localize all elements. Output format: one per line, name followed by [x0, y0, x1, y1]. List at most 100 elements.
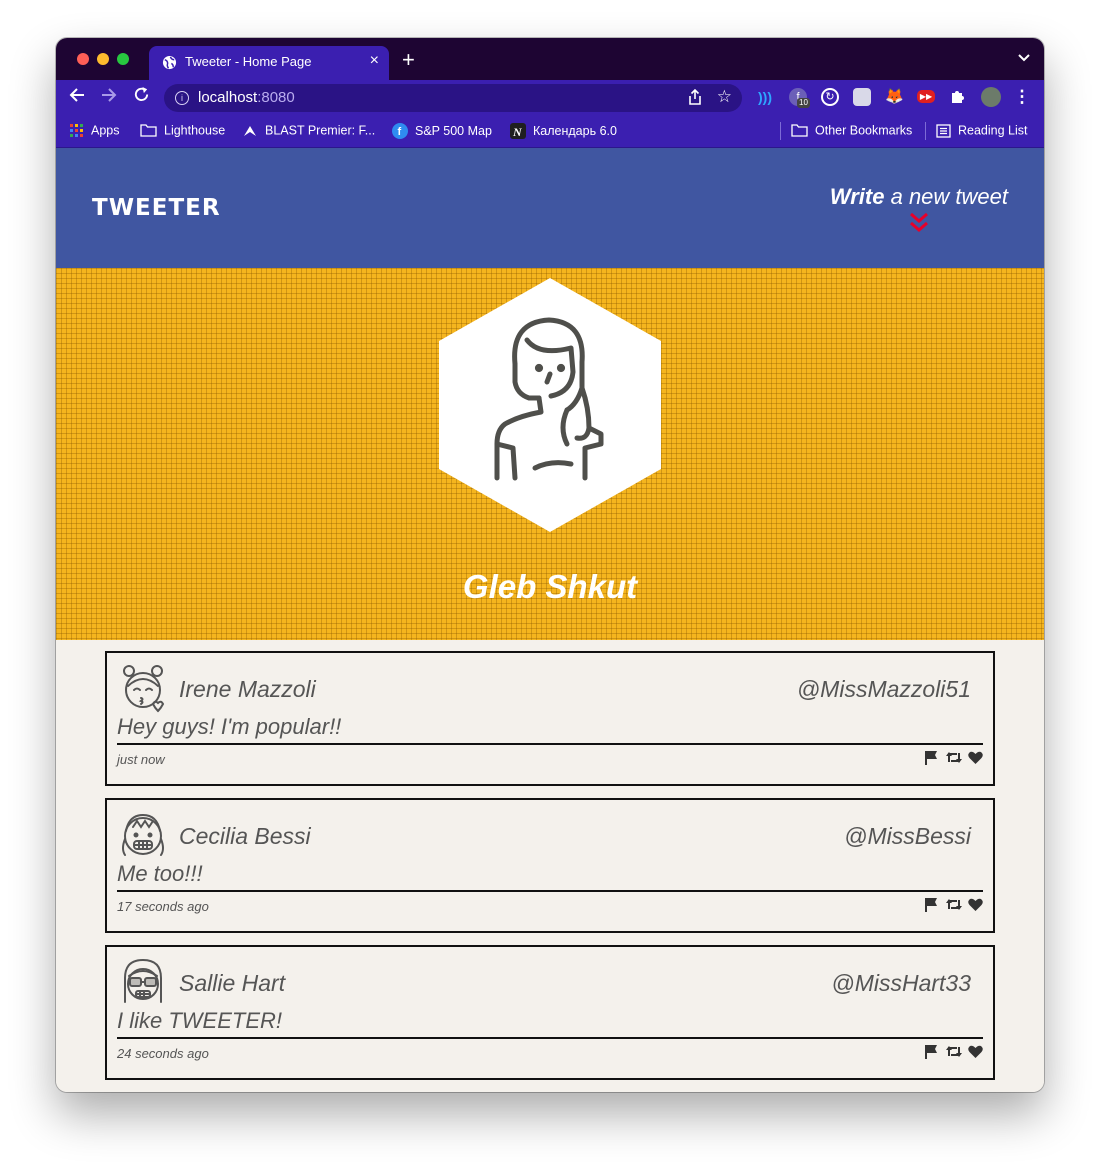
profile-extension-icon[interactable]: f 10 [789, 88, 810, 108]
avatar[interactable] [981, 87, 1001, 107]
bookmark-other-bookmarks[interactable]: Other Bookmarks [791, 123, 912, 138]
tweet-author-handle[interactable]: @MissMazzoli51 [797, 676, 971, 703]
bookmark-star-icon[interactable]: ☆ [717, 87, 732, 107]
address-url[interactable]: localhost:8080 [198, 89, 295, 106]
tweet-timestamp: 24 seconds ago [117, 1046, 209, 1061]
profile-name: Gleb Shkut [462, 568, 638, 605]
browser-window: Tweeter - Home Page × + i localhost:8080… [56, 38, 1044, 1092]
site-nav: TWEETER Write a new tweet [56, 148, 1044, 268]
bookmark-label: Календарь 6.0 [533, 124, 617, 138]
tab-search-chevron-icon[interactable] [1018, 50, 1030, 65]
compose-label: a new tweet [884, 184, 1008, 209]
finviz-icon: f [392, 123, 408, 139]
url-host: localhost [198, 89, 258, 106]
apps-grid-icon [70, 123, 83, 137]
site-info-icon[interactable]: i [175, 91, 189, 105]
heart-icon[interactable] [968, 751, 983, 770]
profile-header: Gleb Shkut [56, 268, 1044, 640]
browser-tab-active[interactable]: Tweeter - Home Page × [149, 46, 389, 80]
tweet-text: I like TWEETER! [117, 1008, 983, 1039]
notion-icon: N [510, 123, 526, 139]
refresh-extension-icon[interactable]: ↻ [821, 88, 839, 106]
tweet-actions [922, 897, 983, 913]
new-tab-icon[interactable]: + [402, 47, 415, 73]
bookmark-apps[interactable]: Apps [70, 123, 120, 138]
tweet-text: Hey guys! I'm popular!! [117, 714, 983, 745]
tweet-avatar [124, 958, 162, 1003]
bookmark-label: Other Bookmarks [815, 123, 913, 138]
girl-kiss-icon [123, 665, 165, 713]
tab-close-icon[interactable]: × [370, 52, 379, 70]
heart-icon[interactable] [968, 1045, 983, 1064]
reading-list-icon [936, 124, 951, 138]
flag-icon[interactable] [924, 897, 939, 917]
bookmark-blast[interactable]: BLAST Premier: F... [242, 123, 375, 138]
video-extension-icon[interactable]: ▶▶ [917, 90, 935, 103]
bookmarks-bar: Apps Lighthouse BLAST Premier: F... f S&P… [56, 116, 1044, 148]
bookmark-label: Reading List [958, 123, 1028, 138]
bookmarks-divider [780, 122, 781, 140]
heart-icon[interactable] [968, 898, 983, 917]
photo-extension-icon[interactable] [853, 88, 871, 106]
bookmark-calendar[interactable]: N Календарь 6.0 [510, 123, 617, 139]
browser-toolbar: i localhost:8080 ☆ ))) f 10 ↻ 🦊 ▶▶ ⋮ [56, 80, 1044, 116]
tweet-author-name: Cecilia Bessi [179, 823, 311, 849]
tweet-author-name: Sallie Hart [179, 970, 286, 996]
folder-icon [791, 124, 808, 137]
site-logo[interactable]: TWEETER [92, 195, 221, 221]
web-page: TWEETER Write a new tweet Gleb Shkut Ire… [56, 148, 1044, 1092]
url-port: :8080 [257, 89, 295, 106]
tweet-text: Me too!!! [117, 861, 983, 892]
address-bar[interactable]: i localhost:8080 ☆ [164, 84, 742, 112]
extensions-puzzle-icon[interactable] [949, 88, 967, 106]
flag-icon[interactable] [924, 1044, 939, 1064]
share-icon[interactable] [688, 88, 702, 108]
tweet-author-handle[interactable]: @MissBessi [844, 823, 971, 850]
double-chevron-down-icon [909, 212, 928, 232]
tweet-actions [922, 750, 983, 766]
profile-avatar [439, 278, 661, 532]
forward-arrow-icon[interactable] [100, 86, 118, 110]
reload-icon[interactable] [133, 86, 150, 109]
tweet-actions [922, 1044, 983, 1060]
tweet-avatar [123, 665, 165, 713]
compose-tweet-toggle[interactable]: Write a new tweet [830, 184, 1008, 234]
browser-titlebar: Tweeter - Home Page × + [56, 38, 1044, 80]
tweet-author-name: Irene Mazzoli [179, 676, 316, 702]
tweet-timestamp: just now [117, 752, 165, 767]
wave-extension-icon[interactable]: ))) [756, 88, 774, 106]
compose-bold-label: Write [829, 184, 885, 209]
globe-icon [162, 55, 177, 70]
tweet-card: Sallie Hart @MissHart33 I like TWEETER! … [105, 945, 995, 1080]
girl-glasses-icon [124, 958, 162, 1003]
maximize-window-button[interactable] [117, 53, 129, 65]
bookmark-label: Lighthouse [164, 123, 226, 138]
retweet-icon[interactable] [945, 897, 962, 917]
folder-icon [140, 124, 157, 137]
bookmark-lighthouse[interactable]: Lighthouse [140, 123, 225, 138]
bookmark-label: S&P 500 Map [415, 124, 492, 138]
tab-title: Tweeter - Home Page [185, 54, 312, 69]
svg-text:N: N [512, 125, 523, 139]
tweet-author-handle[interactable]: @MissHart33 [831, 970, 971, 997]
extension-badge: 10 [797, 98, 810, 108]
retweet-icon[interactable] [945, 750, 962, 770]
bookmark-label: BLAST Premier: F... [265, 123, 376, 138]
bookmarks-divider [925, 122, 926, 140]
browser-menu-icon[interactable]: ⋮ [1013, 88, 1031, 106]
retweet-icon[interactable] [945, 1044, 962, 1064]
tweet-card: Irene Mazzoli @MissMazzoli51 Hey guys! I… [105, 651, 995, 786]
minimize-window-button[interactable] [97, 53, 109, 65]
svg-text:f: f [398, 126, 402, 138]
girl-grin-icon [122, 813, 164, 856]
bookmark-label: Apps [91, 123, 120, 138]
blast-icon [244, 125, 256, 136]
bookmark-sp500[interactable]: f S&P 500 Map [392, 123, 492, 139]
reading-list-button[interactable]: Reading List [936, 123, 1028, 138]
flag-icon[interactable] [924, 750, 939, 770]
back-arrow-icon[interactable] [68, 86, 86, 110]
metamask-fox-icon[interactable]: 🦊 [885, 88, 904, 106]
close-window-button[interactable] [77, 53, 89, 65]
tweet-card: Cecilia Bessi @MissBessi Me too!!! 17 se… [105, 798, 995, 933]
tweet-timestamp: 17 seconds ago [117, 899, 209, 914]
